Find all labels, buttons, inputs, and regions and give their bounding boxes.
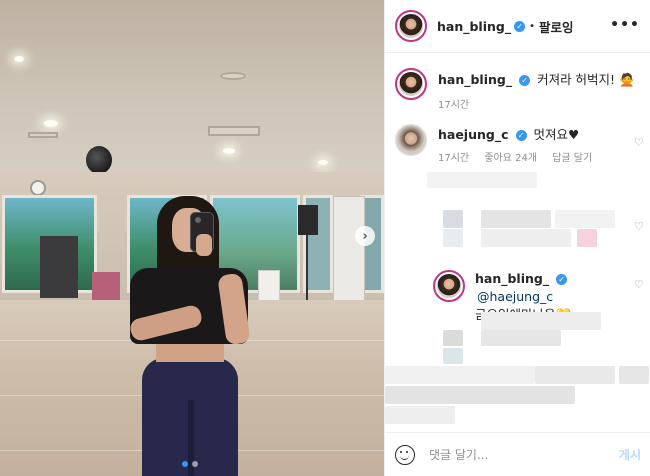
- redacted-comment: [443, 348, 463, 364]
- redacted-comment: [385, 406, 455, 424]
- avatar[interactable]: [395, 68, 427, 100]
- exercise-mat: [92, 272, 120, 300]
- smile-icon[interactable]: [395, 444, 415, 465]
- ceiling-light: [44, 120, 58, 127]
- redacted-comment: [385, 386, 575, 404]
- redacted-comment: [619, 366, 649, 384]
- ceiling-light: [223, 148, 235, 154]
- verified-badge-icon: ✓: [556, 274, 568, 285]
- disco-ball: [86, 146, 112, 174]
- comment-likes[interactable]: 좋아요 24개: [484, 153, 537, 164]
- wall-clock: [30, 180, 46, 196]
- avatar[interactable]: [433, 270, 465, 302]
- avatar[interactable]: [395, 10, 427, 42]
- ceiling-vent: [28, 132, 58, 138]
- verified-badge-icon: ✓: [515, 130, 527, 141]
- comment-box: 게시: [385, 432, 650, 476]
- caption-username[interactable]: han_bling_: [438, 72, 512, 87]
- post-caption: han_bling_ ✓ 커져라 허벅지! 🙅 17시간: [395, 68, 645, 115]
- more-icon[interactable]: •••: [610, 17, 640, 33]
- post-photo[interactable]: ›: [0, 0, 384, 476]
- post-header: han_bling_ ✓ • 팔로잉 •••: [385, 0, 650, 53]
- header-username[interactable]: han_bling_: [437, 19, 511, 34]
- redacted-comment: [535, 366, 615, 384]
- redacted-comment: [443, 229, 463, 247]
- trash-bin: [258, 270, 280, 302]
- carousel-dot[interactable]: [192, 461, 198, 467]
- comment-text: 멋져요♥: [533, 127, 580, 142]
- ceiling-light: [318, 160, 328, 165]
- chevron-right-icon[interactable]: ›: [355, 226, 375, 246]
- heart-icon[interactable]: ♡: [634, 136, 644, 149]
- comment: haejung_c ✓ 멋져요♥ 17시간 좋아요 24개 답글 달기: [395, 124, 645, 168]
- air-conditioner: [333, 196, 365, 306]
- redacted-comment: [385, 366, 535, 384]
- speaker-stand: [306, 235, 308, 305]
- following-button[interactable]: 팔로잉: [539, 17, 574, 36]
- post-button[interactable]: 게시: [619, 446, 641, 463]
- redacted-comment: [443, 210, 463, 228]
- reply-button[interactable]: 답글 달기: [552, 153, 592, 164]
- comment-time: 17시간: [438, 153, 470, 164]
- comment-input[interactable]: [429, 447, 619, 462]
- heart-icon[interactable]: ♡: [634, 278, 644, 291]
- ceiling-vent: [208, 126, 260, 136]
- avatar[interactable]: [395, 124, 427, 156]
- post-side-panel: han_bling_ ✓ • 팔로잉 ••• han_bling_ ✓ 커져라 …: [384, 0, 650, 476]
- verified-badge-icon: ✓: [514, 20, 526, 32]
- redacted-comment: [481, 210, 551, 228]
- redacted-comment: [427, 172, 537, 188]
- separator: •: [529, 20, 536, 32]
- redacted-comment: [481, 229, 571, 247]
- reply-mention[interactable]: @haejung_c: [477, 289, 553, 304]
- caption-text: 커져라 허벅지! 🙅: [537, 72, 635, 87]
- verified-badge-icon: ✓: [519, 75, 531, 86]
- heart-icon[interactable]: ♡: [634, 220, 644, 233]
- redacted-comment: [577, 229, 597, 247]
- redacted-comment: [443, 330, 463, 346]
- reply-username[interactable]: han_bling_: [475, 271, 549, 286]
- redacted-comment: [481, 312, 601, 330]
- comment-username[interactable]: haejung_c: [438, 127, 509, 142]
- speaker: [298, 205, 318, 235]
- redacted-comment: [555, 210, 615, 228]
- ceiling-vent: [220, 72, 246, 80]
- ceiling-light: [14, 56, 24, 62]
- carousel-dot-active: [182, 461, 188, 467]
- redacted-comment: [481, 330, 561, 346]
- carousel-dots: [182, 461, 198, 467]
- caption-time: 17시간: [438, 100, 470, 111]
- person-hand: [196, 234, 212, 256]
- exercise-mat: [40, 236, 78, 298]
